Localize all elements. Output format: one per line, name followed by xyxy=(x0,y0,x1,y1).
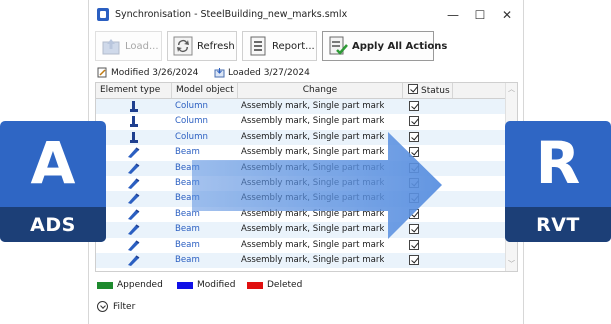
filter-toggle[interactable]: Filter xyxy=(97,301,135,312)
chevron-down-icon xyxy=(97,301,108,312)
beam-icon xyxy=(127,224,141,236)
beam-icon xyxy=(127,255,141,266)
load-button[interactable]: Load... xyxy=(95,31,162,61)
modified-date: Modified 3/26/2024 xyxy=(111,67,199,78)
status-checkbox[interactable] xyxy=(409,101,419,111)
status-checkbox[interactable] xyxy=(409,239,419,250)
column-icon xyxy=(127,131,141,143)
refresh-button[interactable]: Refresh xyxy=(167,31,237,61)
maximize-button[interactable]: ☐ xyxy=(467,5,493,25)
filter-label: Filter xyxy=(113,301,136,312)
column-icon xyxy=(127,116,141,128)
scroll-down-arrow[interactable]: ﹀ xyxy=(508,261,515,268)
status-checkbox[interactable] xyxy=(409,116,419,127)
table-row[interactable]: Beam Assembly mark, Single part mark xyxy=(96,238,507,253)
rvt-logo: R RVT xyxy=(505,121,611,242)
select-all-checkbox[interactable] xyxy=(408,84,418,94)
title-bar: Synchronisation - SteelBuilding_new_mark… xyxy=(89,0,523,30)
beam-icon xyxy=(127,239,141,251)
minimize-button[interactable]: — xyxy=(440,5,466,25)
rvt-logo-caption: RVT xyxy=(536,214,580,236)
model-object-cell: Beam xyxy=(175,239,200,250)
sync-arrow-icon xyxy=(192,132,442,239)
app-icon xyxy=(97,8,109,21)
legend-appended: Appended xyxy=(97,280,163,290)
beam-icon xyxy=(127,178,141,189)
loaded-file-icon xyxy=(214,68,225,78)
beam-icon xyxy=(127,147,141,159)
status-checkbox[interactable] xyxy=(409,255,419,265)
header-change[interactable]: Change xyxy=(238,83,403,98)
modified-info: Modified 3/26/2024 xyxy=(97,67,198,78)
beam-icon xyxy=(127,209,141,220)
model-object-cell: Column xyxy=(175,101,208,111)
change-cell: Assembly mark, Single part mark xyxy=(241,101,385,111)
legend-modified-label: Modified xyxy=(197,280,236,290)
toolbar: Load... Refresh Report... Apply All Acti… xyxy=(89,30,523,64)
close-button[interactable]: ✕ xyxy=(494,5,520,25)
header-status-label: Status xyxy=(421,86,450,96)
scroll-up-arrow[interactable]: ︿ xyxy=(508,86,515,93)
report-label: Report... xyxy=(272,40,315,52)
report-icon xyxy=(248,36,268,56)
load-label: Load... xyxy=(125,40,159,52)
loaded-info: Loaded 3/27/2024 xyxy=(214,67,310,78)
model-object-cell: Column xyxy=(175,116,208,127)
table-row[interactable]: Column Assembly mark, Single part mark xyxy=(96,114,507,129)
header-element-type[interactable]: Element type xyxy=(96,83,172,98)
ads-logo-letter: A xyxy=(30,129,76,197)
legend-modified: Modified xyxy=(177,280,235,290)
refresh-label: Refresh xyxy=(197,40,235,52)
change-cell: Assembly mark, Single part mark xyxy=(241,255,385,265)
legend-appended-label: Appended xyxy=(117,280,163,290)
model-object-cell: Beam xyxy=(175,255,200,265)
apply-all-icon xyxy=(328,36,348,56)
table-row[interactable]: Column Assembly mark, Single part mark xyxy=(96,99,507,115)
load-icon xyxy=(101,36,121,56)
ads-logo-caption: ADS xyxy=(30,214,76,236)
change-cell: Assembly mark, Single part mark xyxy=(241,116,385,127)
apply-all-label: Apply All Actions xyxy=(352,40,448,52)
ads-logo: A ADS xyxy=(0,121,106,242)
info-bar: Modified 3/26/2024 Loaded 3/27/2024 xyxy=(89,64,523,82)
appended-swatch xyxy=(97,281,113,289)
change-cell: Assembly mark, Single part mark xyxy=(241,239,385,250)
legend-deleted-label: Deleted xyxy=(267,280,303,290)
grid-header: Element type Model object Change Status xyxy=(96,83,507,99)
rvt-logo-letter: R xyxy=(535,129,581,197)
apply-all-actions-button[interactable]: Apply All Actions xyxy=(322,31,447,61)
modified-file-icon xyxy=(97,67,107,78)
refresh-icon xyxy=(173,36,193,56)
legend-deleted: Deleted xyxy=(247,280,302,290)
header-status[interactable]: Status xyxy=(403,83,453,98)
loaded-date: Loaded 3/27/2024 xyxy=(228,67,310,78)
column-icon xyxy=(127,101,141,112)
table-row[interactable]: Beam Assembly mark, Single part mark xyxy=(96,253,507,269)
report-button[interactable]: Report... xyxy=(242,31,317,61)
modified-swatch xyxy=(177,281,193,289)
deleted-swatch xyxy=(247,281,263,289)
beam-icon xyxy=(127,162,141,174)
beam-icon xyxy=(127,193,141,205)
window-title: Synchronisation - SteelBuilding_new_mark… xyxy=(115,9,348,20)
header-model-object[interactable]: Model object xyxy=(172,83,238,98)
